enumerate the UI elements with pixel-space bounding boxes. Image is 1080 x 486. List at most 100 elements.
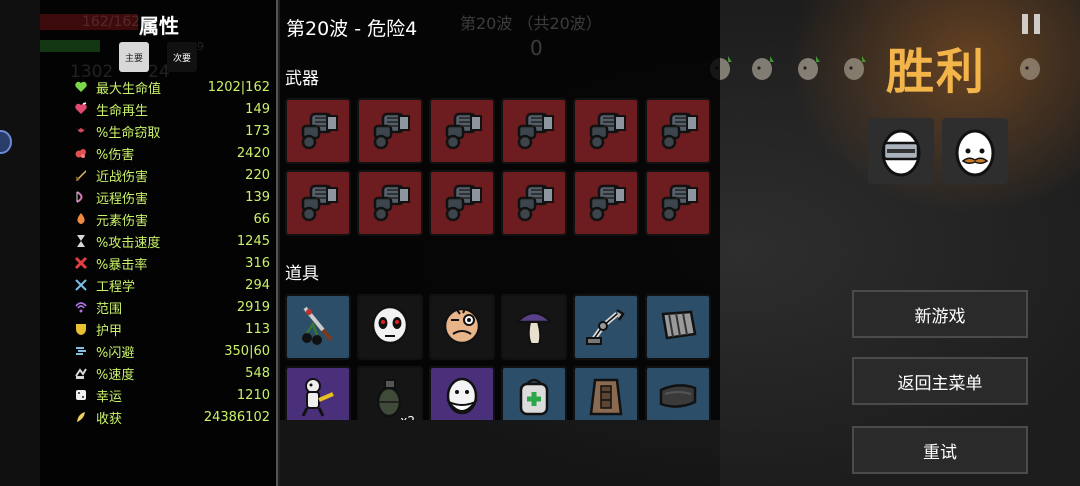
weapon-slot[interactable] [429,98,495,164]
minigun-icon [509,176,559,230]
character-slot[interactable] [868,118,934,184]
weapon-grid [285,98,711,236]
item-slot[interactable] [501,366,567,420]
items-label: 道具 [285,264,319,284]
victory-title: 胜利 [886,44,987,100]
weapon-slot[interactable] [357,170,423,236]
item-slot[interactable] [285,294,351,360]
stat-label: %攻击速度 [96,235,161,251]
stat-row[interactable]: 最大生命值 1202|162 [40,76,278,98]
stat-row[interactable]: 工程学 294 [40,274,278,296]
item-slot[interactable] [573,294,639,360]
stat-value: 316 [245,255,270,271]
medic-backpack-icon [509,372,559,420]
minigun-icon [293,104,343,158]
item-slot[interactable] [357,294,423,360]
pause-icon [1022,14,1028,34]
xp-bar [40,40,100,52]
stat-label: 近战伤害 [96,169,149,185]
weapon-slot[interactable] [429,170,495,236]
weapon-slot[interactable] [573,98,639,164]
damage-icon [74,146,88,160]
minigun-icon [437,104,487,158]
stat-value: 173 [245,123,270,139]
flame-icon [74,212,88,226]
weapon-slot[interactable] [573,170,639,236]
stat-row[interactable]: 远程伤害 139 [40,186,278,208]
weird-face-icon [437,300,487,354]
stat-row[interactable]: 护甲 113 [40,318,278,340]
weapon-slot[interactable] [285,98,351,164]
mushroom-icon [509,300,559,354]
stat-label: 范围 [96,301,123,317]
speed-icon [74,366,88,380]
retry-button[interactable]: 重试 [852,426,1028,474]
stat-label: %暴击率 [96,257,148,273]
stat-row[interactable]: %伤害 2420 [40,142,278,164]
grenade-icon [365,372,415,420]
dice-icon [74,388,88,402]
lifesteal-icon [74,124,88,138]
pause-icon [1034,14,1040,34]
new-game-button[interactable]: 新游戏 [852,290,1028,338]
minigun-icon [581,104,631,158]
item-slot[interactable] [573,366,639,420]
wave-title: 第20波 - 危险4 [286,18,418,40]
item-slot[interactable] [501,294,567,360]
stat-value: 1245 [236,233,270,249]
run-summary-panel: 第20波 - 危险4 第20波 （共20波） 0 武器 道具 x2 [280,0,720,420]
stat-row[interactable]: 生命再生 149 [40,98,278,120]
stat-row[interactable]: 元素伤害 66 [40,208,278,230]
stats-panel: 162/162 69 1302 24 属性 主要 次要 最大生命值 1202|16… [40,0,278,486]
stat-row[interactable]: %闪避 350|60 [40,340,278,362]
bg-egg-icon [844,56,866,80]
bearded-egg-icon [437,372,487,420]
item-slot[interactable] [429,366,495,420]
item-slot[interactable] [645,366,711,420]
cherry-knife-icon [293,300,343,354]
item-slot[interactable] [285,366,351,420]
wave-counter: 第20波 （共20波） [460,14,602,33]
stat-row[interactable]: %生命窃取 173 [40,120,278,142]
stat-label: 元素伤害 [96,213,149,229]
stat-value: 2420 [236,145,270,161]
stat-value: 66 [253,211,270,227]
stat-row[interactable]: 收获 24386102 [40,406,278,428]
bg-egg-icon [752,56,774,80]
weapon-slot[interactable] [285,170,351,236]
item-slot[interactable] [645,294,711,360]
weapon-slot[interactable] [357,98,423,164]
left-edge [0,0,40,486]
tab-secondary-stats[interactable]: 次要 [167,42,197,72]
shield-icon [74,322,88,336]
stat-row[interactable]: 近战伤害 220 [40,164,278,186]
bow-icon [74,190,88,204]
weapon-slot[interactable] [501,98,567,164]
weapon-slot[interactable] [501,170,567,236]
wave-timer: 0 [530,36,543,60]
stats-title: 属性 [139,14,179,38]
stat-row[interactable]: %攻击速度 1245 [40,230,278,252]
stat-label: 收获 [96,411,123,427]
item-slot[interactable]: x2 [357,366,423,420]
stat-list: 最大生命值 1202|162 生命再生 149 %生命窃取 173 %伤害 2420 近战伤害 2… [40,76,278,428]
weapon-slot[interactable] [645,170,711,236]
character-slot[interactable] [942,118,1008,184]
minigun-icon [365,176,415,230]
item-slot[interactable] [429,294,495,360]
tab-primary-stats[interactable]: 主要 [119,42,149,72]
stat-row[interactable]: 幸运 1210 [40,384,278,406]
stat-value: 1202|162 [207,79,270,95]
stat-row[interactable]: %暴击率 316 [40,252,278,274]
pause-button[interactable] [1018,8,1044,38]
stat-row[interactable]: %速度 548 [40,362,278,384]
range-icon [74,300,88,314]
weapon-slot[interactable] [645,98,711,164]
item-grid: x2 [285,294,711,420]
main-menu-button[interactable]: 返回主菜单 [852,357,1028,405]
stat-row[interactable]: 范围 2919 [40,296,278,318]
leather-armor-icon [581,372,631,420]
heart-icon [74,80,88,94]
stat-value: 113 [245,321,270,337]
minigun-icon [509,104,559,158]
